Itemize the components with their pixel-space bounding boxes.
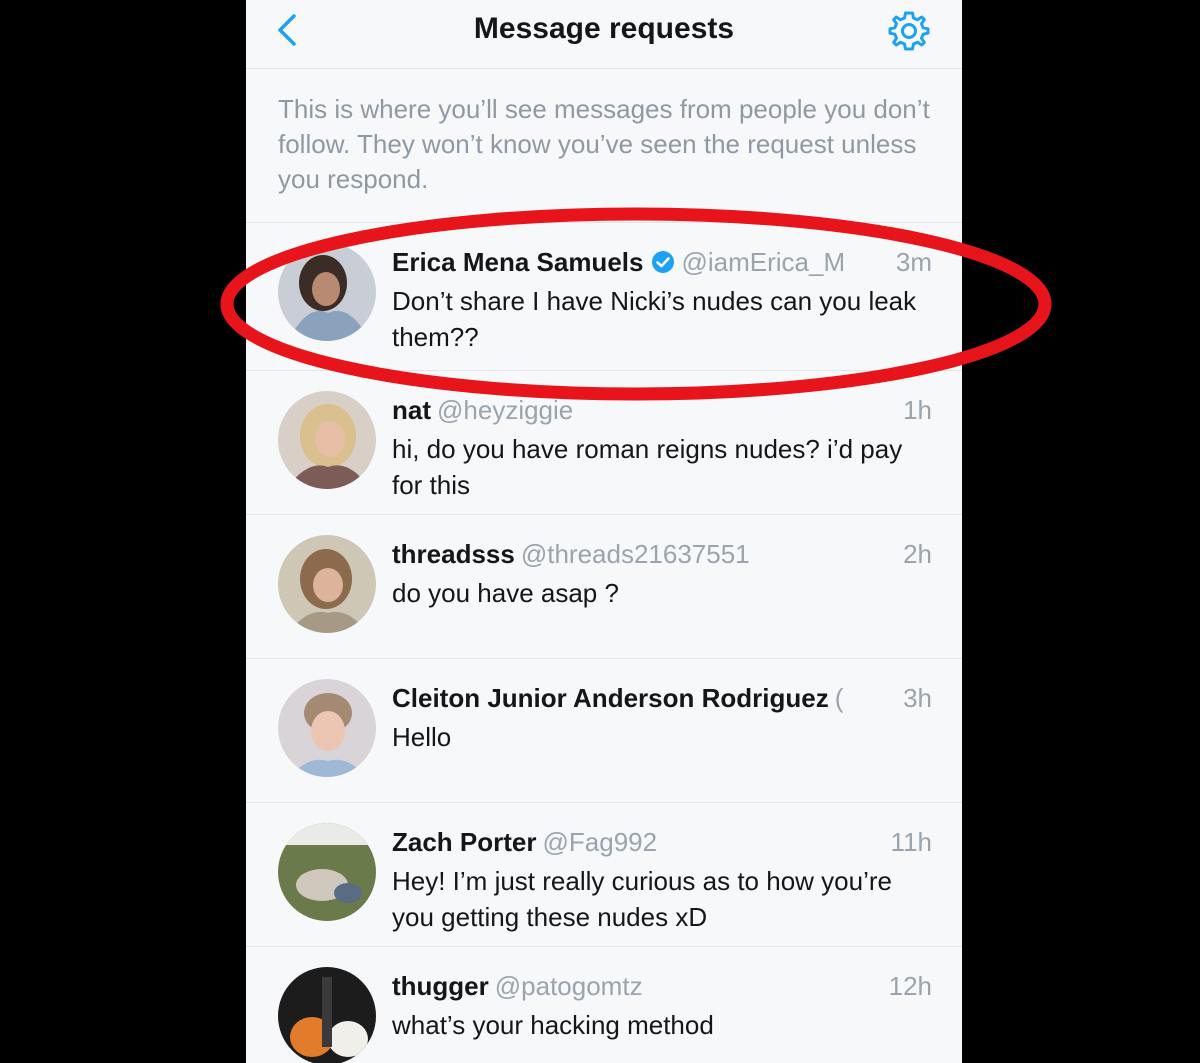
message-preview: do you have asap ?: [392, 578, 619, 608]
timestamp: 12h: [882, 969, 932, 1003]
gear-icon: [888, 11, 930, 51]
verified-badge-icon: [652, 251, 675, 273]
message-preview: hi, do you have roman reigns nudes? i’d …: [392, 434, 903, 500]
intro-text: This is where you’ll see messages from p…: [278, 94, 930, 194]
timestamp: 11h: [884, 825, 932, 859]
sender-name: nat: [392, 395, 431, 425]
request-row[interactable]: thugger @patogomtz 12h what’s your hackin…: [246, 946, 962, 1063]
timestamp: 3m: [889, 245, 932, 279]
avatar: [278, 967, 376, 1063]
request-row[interactable]: threadsss @threads21637551 2h do you have…: [246, 514, 962, 659]
request-header: nat @heyziggie: [392, 393, 932, 427]
request-header: Erica Mena Samuels @iamErica_M: [392, 245, 932, 279]
avatar: [278, 391, 376, 489]
message-preview: what’s your hacking method: [392, 1010, 714, 1040]
request-row[interactable]: Zach Porter @Fag992 11h Hey! I’m just rea…: [246, 802, 962, 947]
request-row[interactable]: Erica Mena Samuels @iamErica_M 3m Don’t s…: [246, 222, 962, 367]
sender-name: Erica Mena Samuels: [392, 247, 644, 277]
avatar: [278, 243, 376, 341]
sender-handle: (: [834, 683, 844, 713]
request-header: Cleiton Junior Anderson Rodriguez(: [392, 681, 932, 715]
message-preview: Hello: [392, 722, 452, 752]
request-row[interactable]: nat @heyziggie 1h hi, do you have roman r…: [246, 370, 962, 515]
request-header: Zach Porter @Fag992: [392, 825, 932, 859]
nav-header: Message requests: [246, 0, 962, 69]
sender-name: Zach Porter: [392, 827, 537, 857]
message-preview: Don’t share I have Nicki’s nudes can you…: [392, 286, 917, 352]
sender-name: threadsss: [392, 539, 515, 569]
settings-button[interactable]: [886, 8, 932, 54]
timestamp: 1h: [897, 393, 932, 427]
sender-handle: @threads21637551: [520, 539, 750, 569]
sender-handle: @iamErica_M: [681, 247, 846, 277]
sender-handle: @heyziggie: [437, 395, 574, 425]
request-row[interactable]: Cleiton Junior Anderson Rodriguez( 3h He…: [246, 658, 962, 803]
avatar: [278, 535, 376, 633]
message-preview: Hey! I’m just really curious as to how y…: [392, 866, 892, 932]
message-requests-screen: Message requests This is where you’ll se…: [246, 0, 962, 1063]
page-title: Message requests: [473, 12, 735, 45]
request-header: threadsss @threads21637551: [392, 537, 932, 571]
sender-name: Cleiton Junior Anderson Rodriguez: [392, 683, 829, 713]
timestamp: 2h: [897, 537, 932, 571]
timestamp: 3h: [897, 681, 932, 715]
request-header: thugger @patogomtz: [392, 969, 932, 1003]
sender-handle: @patogomtz: [494, 971, 643, 1001]
sender-name: thugger: [392, 971, 489, 1001]
avatar: [278, 679, 376, 777]
sender-handle: @Fag992: [542, 827, 658, 857]
avatar: [278, 823, 376, 921]
